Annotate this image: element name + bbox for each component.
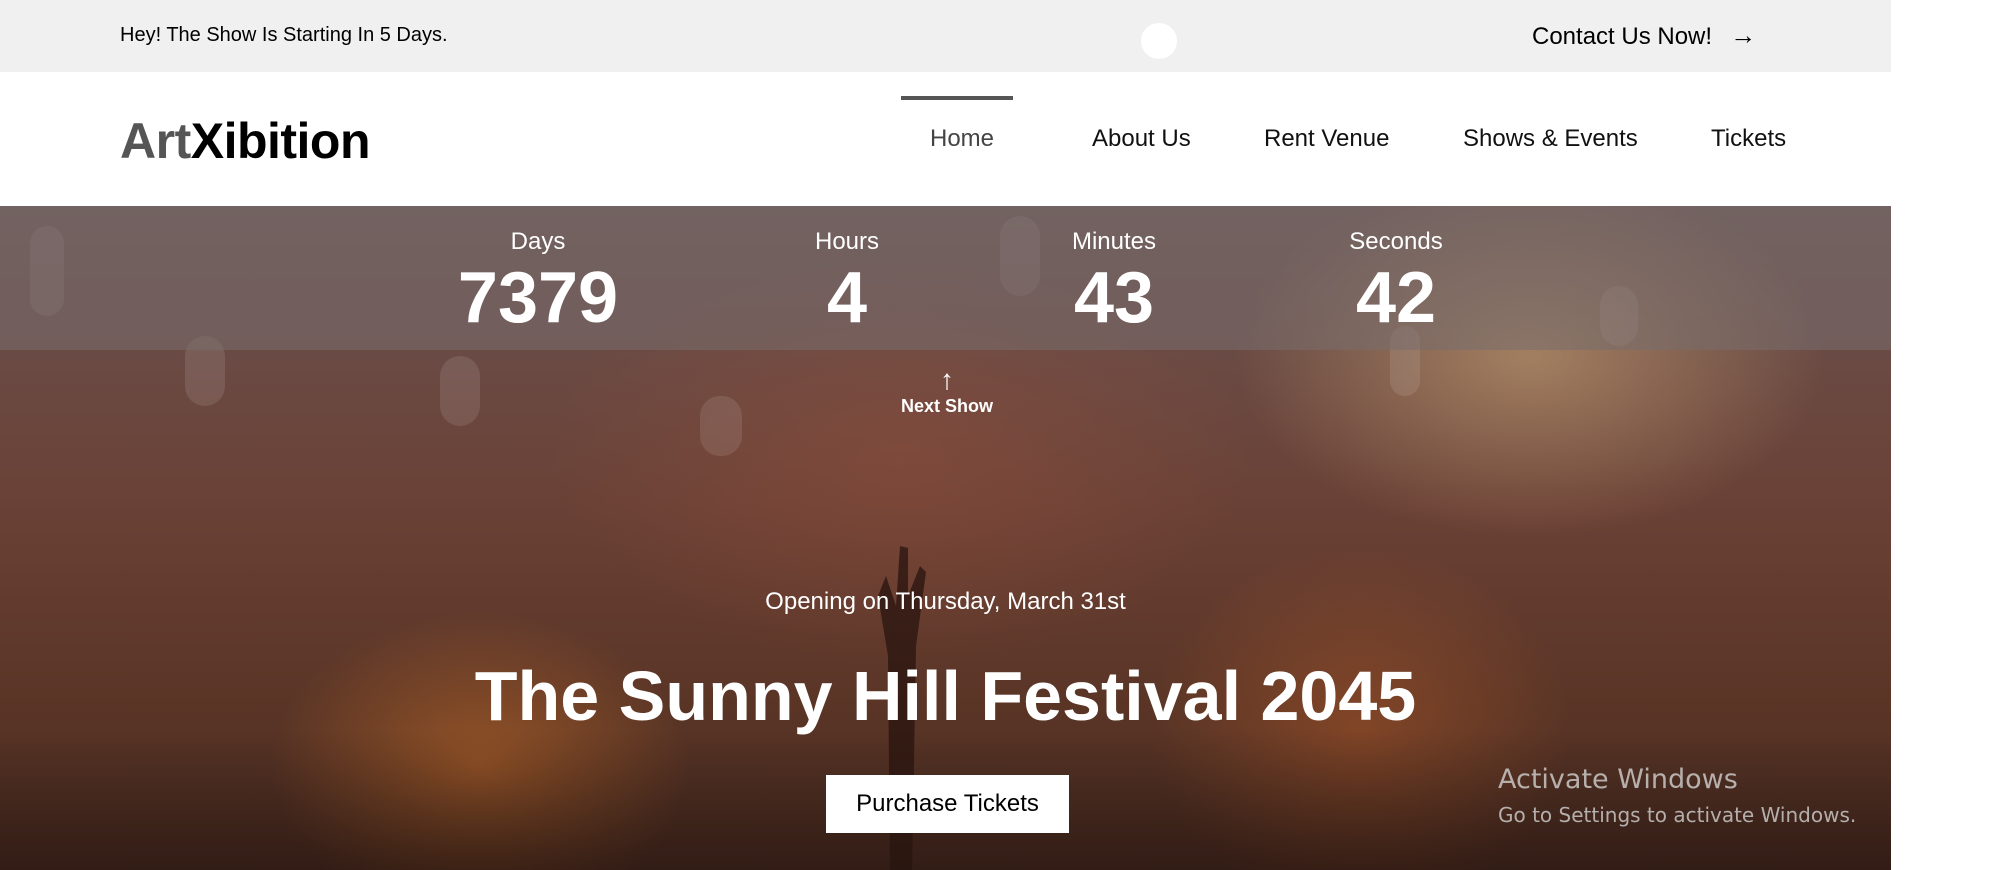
watermark-line-2: Go to Settings to activate Windows. [1498,803,1857,827]
countdown-bar: Days 7379 Hours 4 Minutes 43 Seconds 42 [0,206,1891,350]
bokeh-light [440,356,480,426]
nav-item-rent-venue[interactable]: Rent Venue [1264,125,1389,153]
countdown-minutes-label: Minutes [1071,228,1157,255]
arrow-up-icon: ↑ [940,364,954,395]
circle-decoration [1141,23,1177,59]
purchase-tickets-button[interactable]: Purchase Tickets [826,775,1069,833]
nav-item-shows-events[interactable]: Shows & Events [1463,125,1638,153]
announcement-bar: Hey! The Show Is Starting In 5 Days. Con… [0,0,1891,72]
next-show-label: Next Show [900,396,993,416]
nav-item-about-us[interactable]: About Us [1092,125,1191,153]
nav-item-home[interactable]: Home [930,125,994,153]
opening-date: Opening on Thursday, March 31st [765,588,1126,615]
countdown-seconds-value: 42 [1355,258,1437,338]
watermark-line-1: Activate Windows [1498,764,1738,795]
contact-us-link[interactable]: Contact Us Now! → [1532,20,1756,51]
site-header: ArtXibition Home About Us Rent Venue Sho… [0,72,1891,206]
countdown-hours-value: 4 [826,258,868,338]
countdown-days-label: Days [510,228,566,255]
page: Hey! The Show Is Starting In 5 Days. Con… [0,0,1991,870]
next-show-link[interactable]: ↑ Next Show [897,366,997,417]
countdown-minutes-value: 43 [1073,258,1155,338]
countdown-days: Days 7379 [428,228,648,334]
announcement-text: Hey! The Show Is Starting In 5 Days. [120,24,448,46]
countdown-hours: Hours 4 [737,228,957,334]
main-nav: Home About Us Rent Venue Shows & Events … [0,72,1891,206]
arrow-right-icon: → [1730,20,1757,50]
countdown-seconds-label: Seconds [1349,228,1443,255]
countdown-seconds: Seconds 42 [1286,228,1506,334]
contact-us-label: Contact Us Now! [1532,23,1713,50]
nav-item-tickets[interactable]: Tickets [1711,125,1786,153]
countdown-minutes: Minutes 43 [1004,228,1224,334]
activate-windows-watermark: Activate Windows Go to Settings to activ… [1498,764,1856,827]
bokeh-light [700,396,742,456]
event-title: The Sunny Hill Festival 2045 [474,657,1417,735]
countdown-hours-label: Hours [814,228,880,255]
active-nav-indicator [901,96,1013,100]
countdown-days-value: 7379 [457,258,619,338]
